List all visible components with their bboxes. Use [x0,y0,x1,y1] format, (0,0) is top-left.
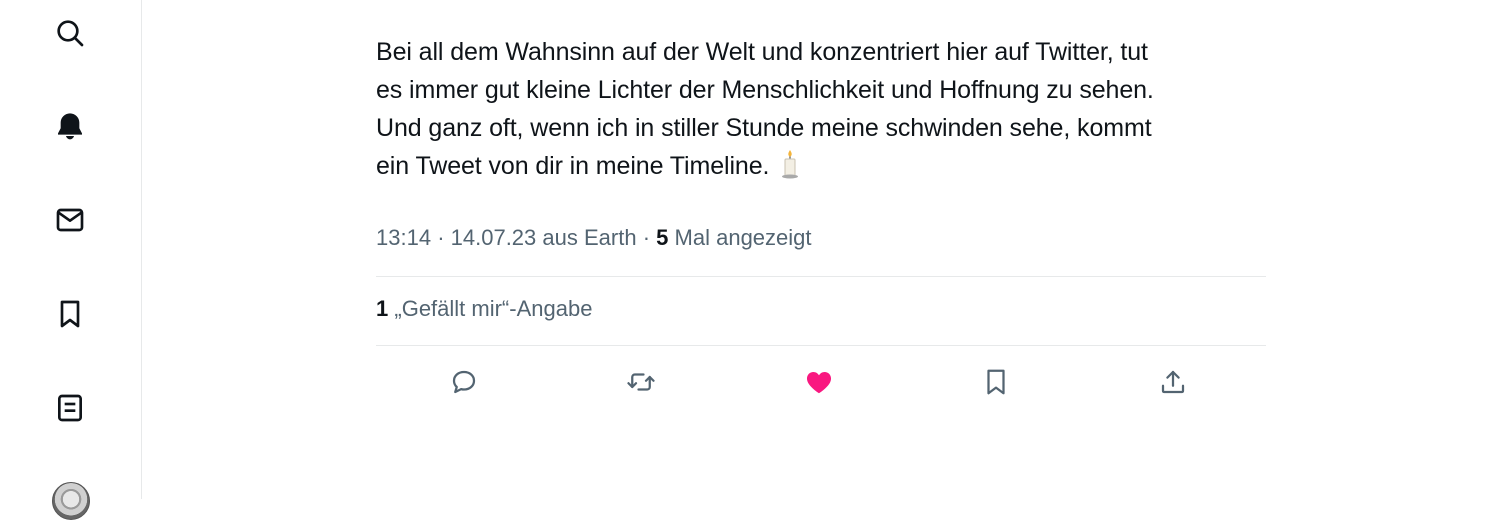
candle-emoji-icon [782,150,799,179]
search-icon [57,20,84,47]
avatar[interactable] [52,482,90,520]
tweet-text: Bei all dem Wahnsinn auf der Welt und ko… [376,33,1266,185]
sidebar-item-lists[interactable] [50,388,90,428]
tweet-text-line: Und ganz oft, wenn ich in stiller Stunde… [376,114,1152,142]
lists-icon [58,394,82,422]
tweet-text-line: Bei all dem Wahnsinn auf der Welt und ko… [376,38,1148,66]
tweet-text-line: ein Tweet von dir in meine Timeline. [376,147,1266,185]
likes-count: 1 [376,296,389,321]
reply-button[interactable] [444,362,484,402]
sidebar-item-bookmarks[interactable] [50,294,90,334]
tweet-text-line: es immer gut kleine Lichter der Menschli… [376,76,1154,104]
bookmark-icon [60,300,80,328]
meta-separator: · [437,225,445,250]
divider [376,276,1266,277]
tweet-time[interactable]: 13:14 [376,225,431,250]
retweet-button[interactable] [621,362,661,402]
sidebar-item-notifications[interactable] [50,106,90,146]
bookmark-icon [987,369,1005,395]
share-button[interactable] [1153,362,1193,402]
sidebar-nav [0,0,142,520]
meta-separator: · [642,225,651,250]
bell-icon [58,113,82,140]
tweet-source: aus Earth [542,225,637,250]
divider [376,345,1266,346]
heart-icon [806,372,832,394]
retweet-icon [627,373,655,391]
like-button[interactable] [799,362,839,402]
tweet-meta: 13:14 · 14.07.23 aus Earth · 5 Mal angez… [376,225,812,251]
share-icon [1161,370,1185,394]
mail-icon [56,208,84,232]
sidebar-item-search[interactable] [50,13,90,53]
likes-row[interactable]: 1 „Gefällt mir“-Angabe [376,296,592,322]
views-count: 5 [656,225,669,250]
likes-label: „Gefällt mir“-Angabe [394,296,593,321]
sidebar-item-messages[interactable] [50,200,90,240]
views-label: Mal angezeigt [674,225,812,250]
tweet-date[interactable]: 14.07.23 [451,225,537,250]
reply-icon [452,370,476,394]
bookmark-button[interactable] [976,362,1016,402]
